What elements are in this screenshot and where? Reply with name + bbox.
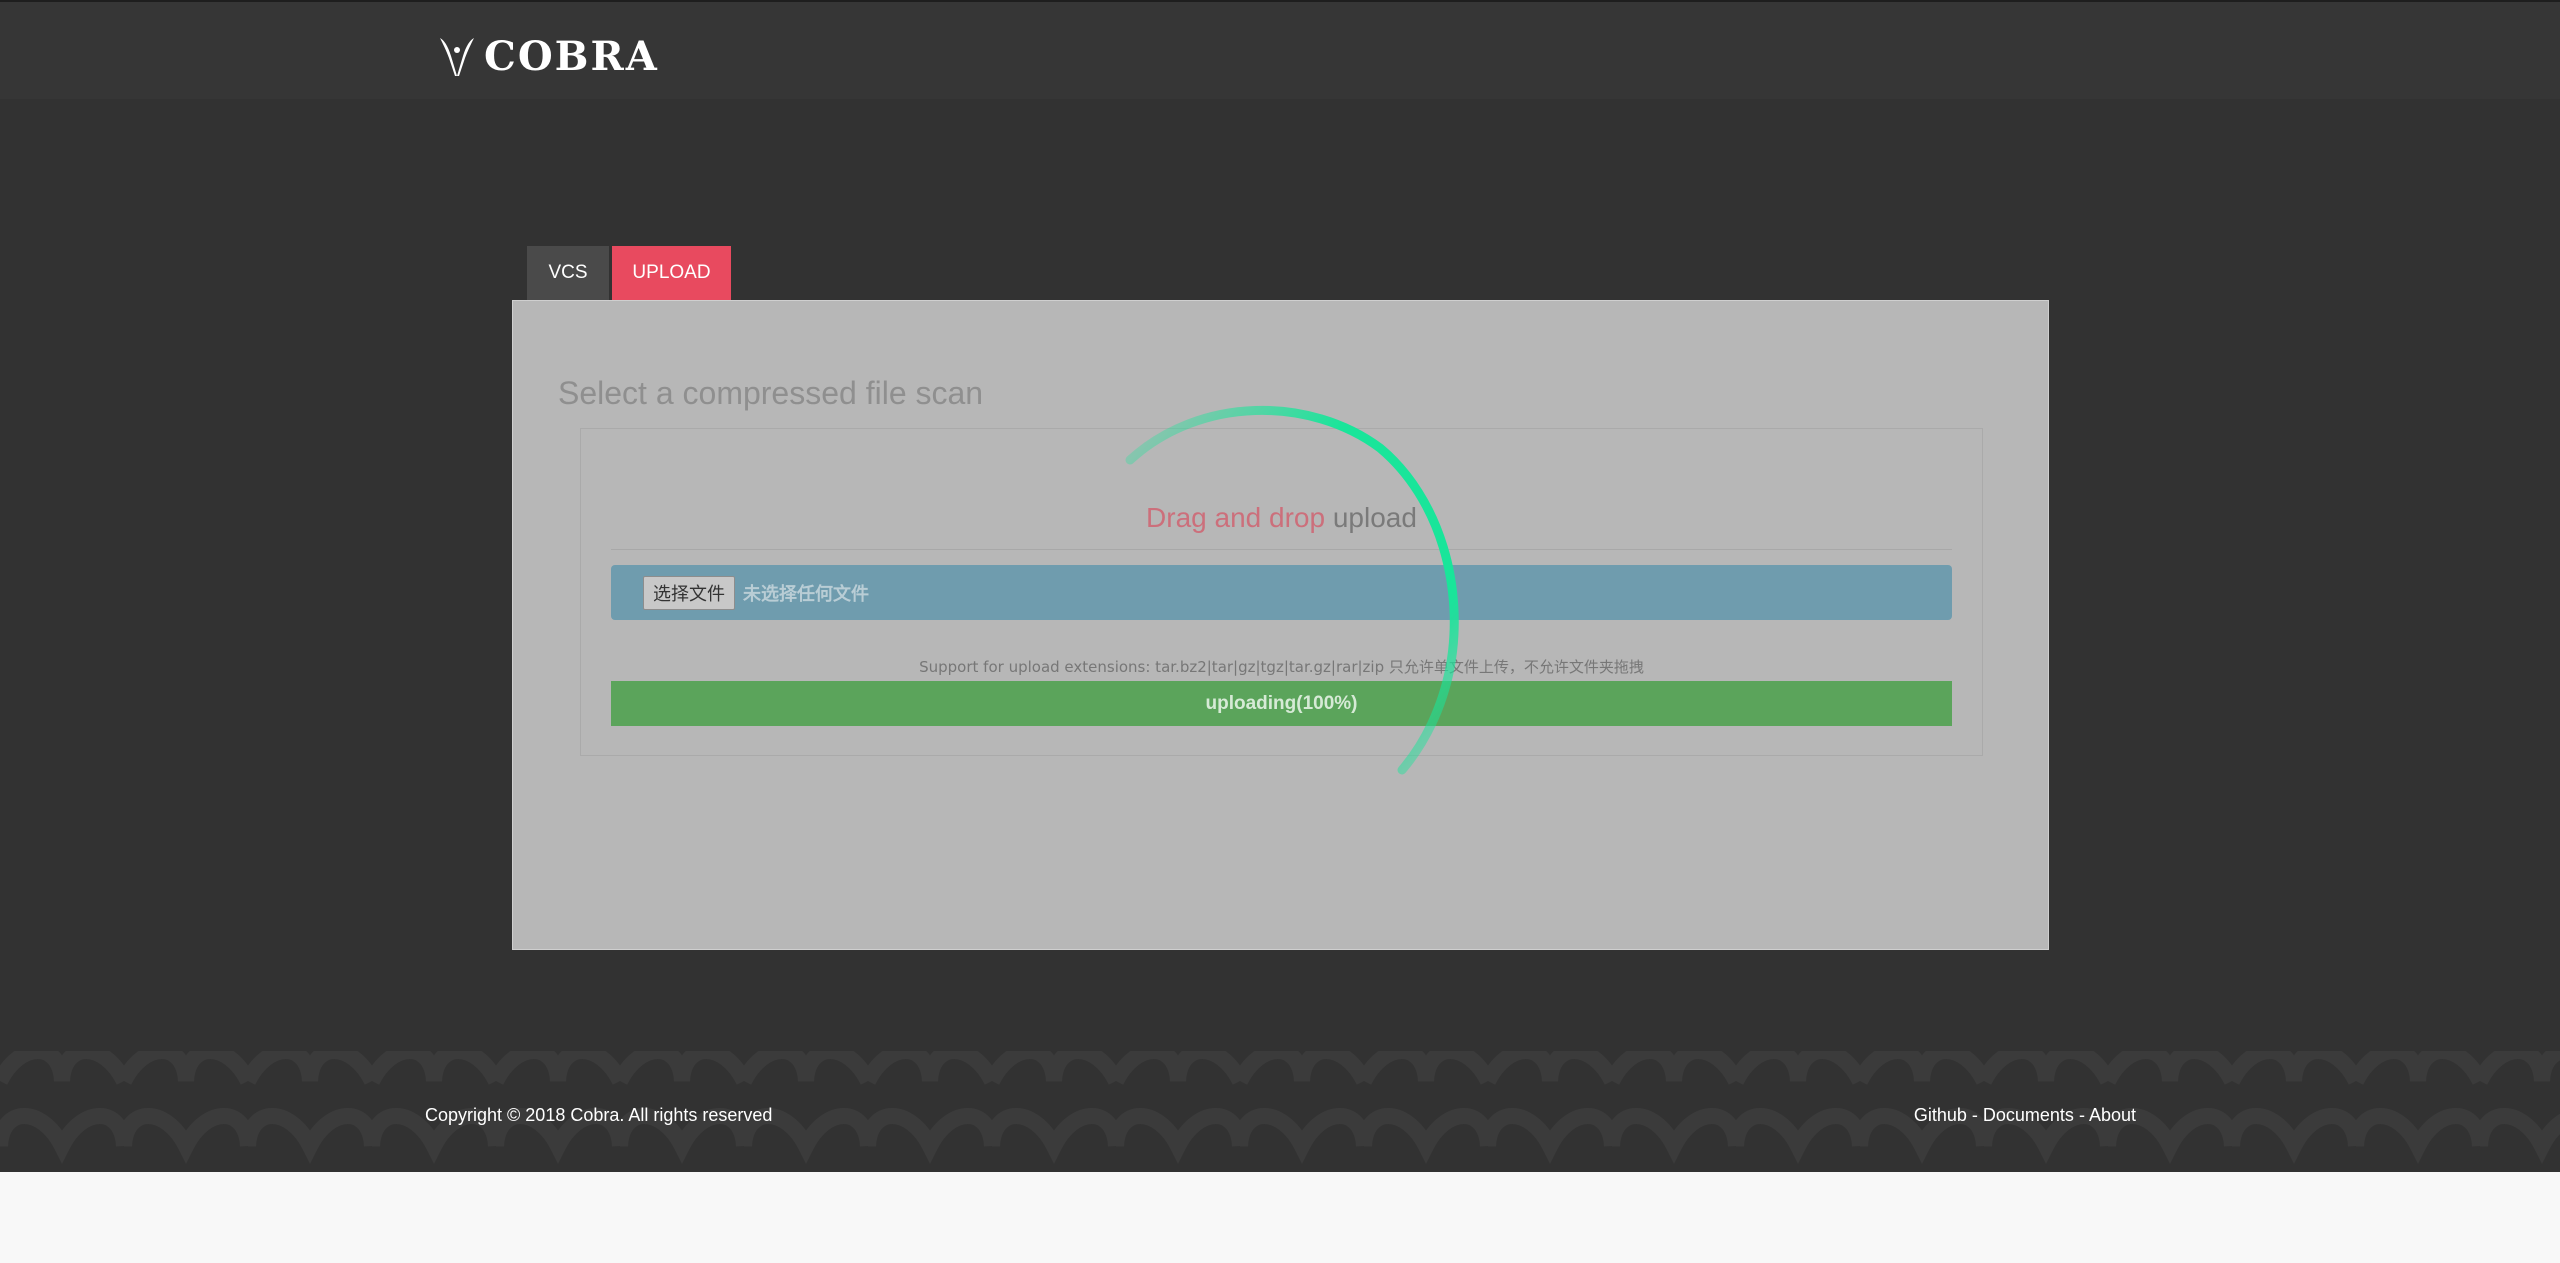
cobra-logo-icon <box>440 38 474 76</box>
copyright-text: Copyright © 2018 Cobra. All rights reser… <box>425 1105 773 1125</box>
tab-vcs[interactable]: VCS <box>527 246 609 300</box>
header-bar: COBRA <box>0 0 2560 99</box>
file-status: 未选择任何文件 <box>743 583 869 605</box>
choose-file-button[interactable]: 选择文件 <box>643 575 735 610</box>
progress-label: uploading(100%) <box>1205 692 1358 714</box>
support-extensions-text: Support for upload extensions: tar.bz2|t… <box>919 658 1644 676</box>
github-link[interactable]: Github <box>1914 1105 1967 1125</box>
link-separator: - <box>2073 1105 2089 1125</box>
drop-instructions: Drag and drop upload <box>581 502 1982 534</box>
upload-progress-bar: uploading(100%) <box>611 681 1952 726</box>
upload-panel: Select a compressed file scan Drag and d… <box>512 300 2049 950</box>
footer-links: Github - Documents - About <box>1914 1105 2136 1126</box>
logo[interactable]: COBRA <box>438 36 659 78</box>
file-input-bar[interactable]: 选择文件 未选择任何文件 <box>611 565 1952 620</box>
footer: Copyright © 2018 Cobra. All rights reser… <box>0 1051 2560 1172</box>
footer-pattern <box>0 1051 2560 1172</box>
documents-link[interactable]: Documents <box>1983 1105 2074 1125</box>
drop-zone[interactable]: Drag and drop upload 选择文件 未选择任何文件 Suppor… <box>580 428 1983 756</box>
divider <box>611 549 1952 550</box>
drop-rest: upload <box>1325 502 1417 533</box>
panel-title: Select a compressed file scan <box>558 375 984 411</box>
link-separator: - <box>1966 1105 1983 1125</box>
about-link[interactable]: About <box>2089 1105 2136 1125</box>
tab-bar: VCS UPLOAD <box>527 246 731 300</box>
app-root: COBRA VCS UPLOAD Select a compressed fil… <box>0 0 2560 1172</box>
tab-upload[interactable]: UPLOAD <box>612 246 731 300</box>
brand-name: COBRA <box>484 33 659 80</box>
drop-highlight: Drag and drop <box>1146 502 1326 533</box>
